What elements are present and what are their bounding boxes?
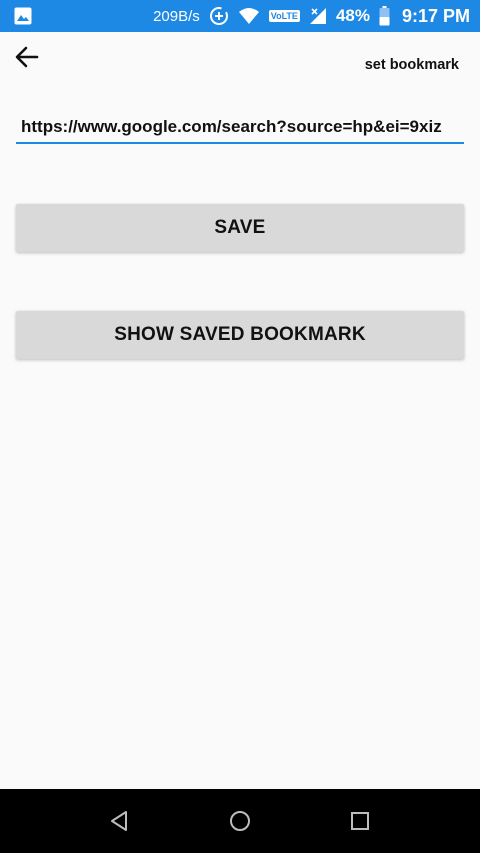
volte-label: VoLTE	[268, 10, 300, 22]
nav-home-icon	[230, 811, 250, 831]
nav-back-button[interactable]	[108, 809, 132, 833]
app-bar: set bookmark	[0, 32, 480, 88]
arrow-left-icon	[15, 46, 39, 68]
nav-back-icon	[111, 811, 127, 831]
save-button[interactable]: SAVE	[16, 204, 464, 252]
network-speed: 209B/s	[153, 7, 200, 25]
battery-percent: 48%	[335, 6, 370, 25]
wifi-icon	[238, 7, 260, 25]
set-bookmark-button[interactable]: set bookmark	[365, 57, 459, 73]
status-bar: 209B/s VoLTE 48% 9:17 PM	[0, 0, 480, 32]
show-saved-bookmark-button[interactable]: SHOW SAVED BOOKMARK	[16, 311, 464, 359]
data-saver-icon	[209, 6, 229, 26]
nav-home-button[interactable]	[228, 809, 252, 833]
back-button[interactable]	[12, 42, 42, 72]
battery-icon	[379, 6, 390, 26]
nav-recents-icon	[351, 812, 369, 830]
volte-icon: VoLTE	[268, 10, 300, 22]
navigation-bar	[0, 789, 480, 853]
image-notification-icon	[14, 7, 32, 30]
signal-icon	[309, 7, 327, 25]
nav-recents-button[interactable]	[348, 809, 372, 833]
url-input[interactable]	[16, 112, 464, 144]
clock: 9:17 PM	[401, 5, 470, 26]
